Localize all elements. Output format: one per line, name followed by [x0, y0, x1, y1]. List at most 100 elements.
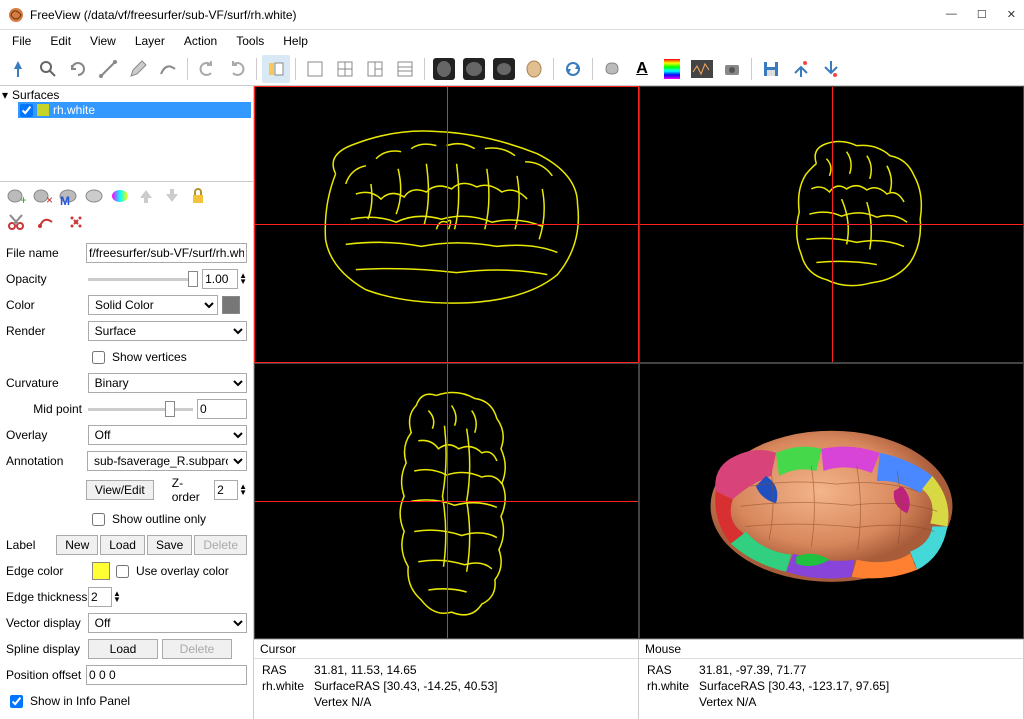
overlay-select[interactable]: Off: [88, 425, 247, 445]
properties-panel: File name Opacity ▲▼ ColorSolid Color Re…: [0, 238, 253, 719]
toolbar: A: [0, 52, 1024, 86]
show-outline-checkbox[interactable]: [92, 513, 105, 526]
save-button[interactable]: [757, 55, 785, 83]
spline-delete-button[interactable]: Delete: [162, 639, 232, 659]
label-new-button[interactable]: New: [56, 535, 98, 555]
zorder-input[interactable]: [214, 480, 238, 500]
menu-file[interactable]: File: [4, 32, 39, 50]
brain-button[interactable]: [598, 55, 626, 83]
lock-icon[interactable]: [188, 186, 208, 206]
opacity-input[interactable]: [202, 269, 238, 289]
minimize-button[interactable]: —: [946, 8, 957, 21]
info-panel: Cursor RAS31.81, 11.53, 14.65 rh.whiteSu…: [254, 639, 1024, 719]
layer-visible-checkbox[interactable]: [20, 104, 33, 117]
tool-measure[interactable]: [94, 55, 122, 83]
view-edit-button[interactable]: View/Edit: [86, 480, 154, 500]
main-view: Cursor RAS31.81, 11.53, 14.65 rh.whiteSu…: [254, 86, 1024, 719]
midpoint-input[interactable]: [197, 399, 247, 419]
midpoint-label: Mid point: [6, 402, 88, 416]
menu-help[interactable]: Help: [275, 32, 316, 50]
cut-tool-icon[interactable]: [6, 212, 26, 232]
timecourse-button[interactable]: [688, 55, 716, 83]
menu-layer[interactable]: Layer: [127, 32, 173, 50]
mouse-header: Mouse: [639, 640, 1023, 659]
undo-button[interactable]: [193, 55, 221, 83]
show-outline-label: Show outline only: [112, 512, 206, 526]
maximize-button[interactable]: ☐: [977, 8, 987, 21]
tool-navigate[interactable]: [4, 55, 32, 83]
export-scene-button[interactable]: [817, 55, 845, 83]
text-button[interactable]: A: [628, 55, 656, 83]
render-select[interactable]: Surface: [88, 321, 247, 341]
filename-label: File name: [6, 246, 86, 260]
show-vertices-checkbox[interactable]: [92, 351, 105, 364]
midpoint-slider[interactable]: [88, 408, 193, 411]
path-tool-icon[interactable]: [36, 212, 56, 232]
opacity-slider[interactable]: [88, 278, 198, 281]
tool-path[interactable]: [154, 55, 182, 83]
menubar: File Edit View Layer Action Tools Help: [0, 30, 1024, 52]
view-sagittal[interactable]: [430, 55, 458, 83]
layer-tree[interactable]: ▾Surfaces rh.white: [0, 86, 253, 182]
surface-mode-icon[interactable]: [84, 186, 104, 206]
menu-edit[interactable]: Edit: [42, 32, 79, 50]
window-title: FreeView (/data/vf/freesurfer/sub-VF/sur…: [30, 8, 946, 22]
label-save-button[interactable]: Save: [147, 535, 192, 555]
opacity-label: Opacity: [6, 272, 88, 286]
colorbar-button[interactable]: [658, 55, 686, 83]
camera-button[interactable]: [718, 55, 746, 83]
cycle-button[interactable]: [559, 55, 587, 83]
label-load-button[interactable]: Load: [100, 535, 145, 555]
load-scene-button[interactable]: [787, 55, 815, 83]
edgecolor-swatch[interactable]: [92, 562, 110, 580]
toggle-panel-button[interactable]: [262, 55, 290, 83]
layout-2x2[interactable]: [331, 55, 359, 83]
layout-1x4[interactable]: [391, 55, 419, 83]
menu-tools[interactable]: Tools: [228, 32, 272, 50]
view-3d[interactable]: [520, 55, 548, 83]
layer-name: rh.white: [53, 103, 95, 117]
vecdisp-select[interactable]: Off: [88, 613, 247, 633]
move-up-icon[interactable]: [136, 186, 156, 206]
view-axial[interactable]: [490, 55, 518, 83]
coronal-view[interactable]: [639, 86, 1024, 363]
tool-zoom[interactable]: [34, 55, 62, 83]
filename-input[interactable]: [86, 243, 247, 263]
tree-item-rh-white[interactable]: rh.white: [18, 102, 251, 118]
move-down-icon[interactable]: [162, 186, 182, 206]
sagittal-view[interactable]: [254, 86, 639, 363]
sidebar: ▾Surfaces rh.white + × M File name Opaci…: [0, 86, 254, 719]
color-select[interactable]: Solid Color: [88, 295, 218, 315]
posoffset-input[interactable]: [86, 665, 247, 685]
3d-view[interactable]: [639, 363, 1024, 640]
showinfo-checkbox[interactable]: [10, 695, 23, 708]
redo-button[interactable]: [223, 55, 251, 83]
clear-path-icon[interactable]: [66, 212, 86, 232]
annotation-select[interactable]: sub-fsaverage_R.subparc374: [87, 451, 247, 471]
use-overlay-label: Use overlay color: [136, 564, 229, 578]
use-overlay-checkbox[interactable]: [116, 565, 129, 578]
axial-view[interactable]: [254, 363, 639, 640]
color-swatch[interactable]: [222, 296, 240, 314]
layout-1x1[interactable]: [301, 55, 329, 83]
mouse-info: Mouse RAS31.81, -97.39, 71.77 rh.whiteSu…: [639, 640, 1024, 719]
tool-edit[interactable]: [124, 55, 152, 83]
annotation-mode-icon[interactable]: [110, 186, 130, 206]
close-button[interactable]: ✕: [1007, 8, 1016, 21]
tool-rotate[interactable]: [64, 55, 92, 83]
add-surface-icon[interactable]: +: [6, 186, 26, 206]
remove-surface-icon[interactable]: ×: [32, 186, 52, 206]
tree-expand-icon[interactable]: ▾: [2, 88, 8, 102]
edgethick-input[interactable]: [88, 587, 112, 607]
view-coronal[interactable]: [460, 55, 488, 83]
spline-load-button[interactable]: Load: [88, 639, 158, 659]
edgecolor-label: Edge color: [6, 564, 88, 578]
menu-view[interactable]: View: [82, 32, 124, 50]
layout-1x3[interactable]: [361, 55, 389, 83]
curvature-select[interactable]: Binary: [88, 373, 247, 393]
overlay-label: Overlay: [6, 428, 88, 442]
menu-action[interactable]: Action: [176, 32, 225, 50]
label-delete-button[interactable]: Delete: [194, 535, 247, 555]
mesh-mode-icon[interactable]: M: [58, 186, 78, 206]
app-icon: [8, 7, 24, 23]
